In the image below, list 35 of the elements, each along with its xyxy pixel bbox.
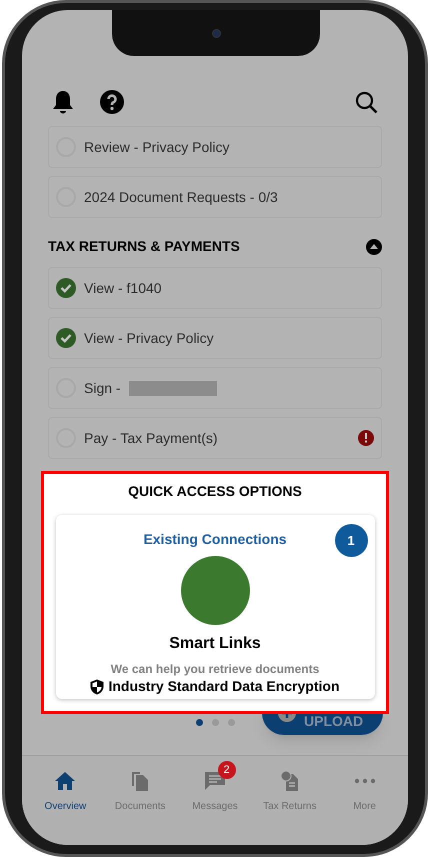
- camera-icon: [212, 28, 220, 38]
- task-item[interactable]: 2024 Document Requests - 0/3: [48, 176, 382, 218]
- task-item[interactable]: Sign -: [48, 367, 382, 409]
- task-label: Pay - Tax Payment(s): [84, 428, 218, 448]
- tab-button[interactable]: Overview: [28, 760, 103, 814]
- badge: 2: [218, 761, 236, 779]
- connection-name: Smart Links: [169, 634, 261, 654]
- connection-card[interactable]: Existing Connections 1 Smart Links We can help you retrieve documents Industry Standard Data Encryption: [56, 515, 374, 699]
- search-icon[interactable]: [355, 90, 378, 114]
- shield-icon: [90, 678, 104, 694]
- popup-title: QUICK ACCESS OPTIONS: [128, 482, 302, 501]
- task-label: Review - Privacy Policy: [84, 138, 230, 157]
- collapse-toggle[interactable]: [366, 238, 382, 254]
- count-badge: 1: [334, 524, 368, 557]
- task-item[interactable]: View - f1040: [48, 267, 382, 309]
- more-icon: [354, 778, 376, 784]
- security-note: Industry Standard Data Encryption: [108, 677, 340, 696]
- chat-icon: [204, 771, 226, 791]
- tax-document-icon: [280, 770, 300, 792]
- caret-icon: [370, 244, 378, 249]
- description: We can help you retrieve documents: [110, 662, 320, 676]
- task-label: 2024 Document Requests - 0/3: [84, 188, 278, 207]
- help-icon[interactable]: [100, 90, 124, 114]
- task-label: View - Privacy Policy: [84, 328, 214, 348]
- task-label: View - f1040: [84, 278, 162, 298]
- task-label: Sign -: [84, 378, 121, 398]
- task-item[interactable]: Review - Privacy Policy: [48, 126, 382, 168]
- tab-button[interactable]: Messages 2: [178, 760, 252, 814]
- documents-icon: [130, 770, 150, 792]
- card-heading: Existing Connections: [143, 530, 287, 549]
- task-item[interactable]: Pay - Tax Payment(s): [48, 417, 382, 459]
- home-icon: [54, 771, 76, 791]
- bell-icon[interactable]: [52, 90, 74, 114]
- section-heading: TAX RETURNS & PAYMENTS: [48, 237, 240, 256]
- task-item[interactable]: View - Privacy Policy: [48, 317, 382, 359]
